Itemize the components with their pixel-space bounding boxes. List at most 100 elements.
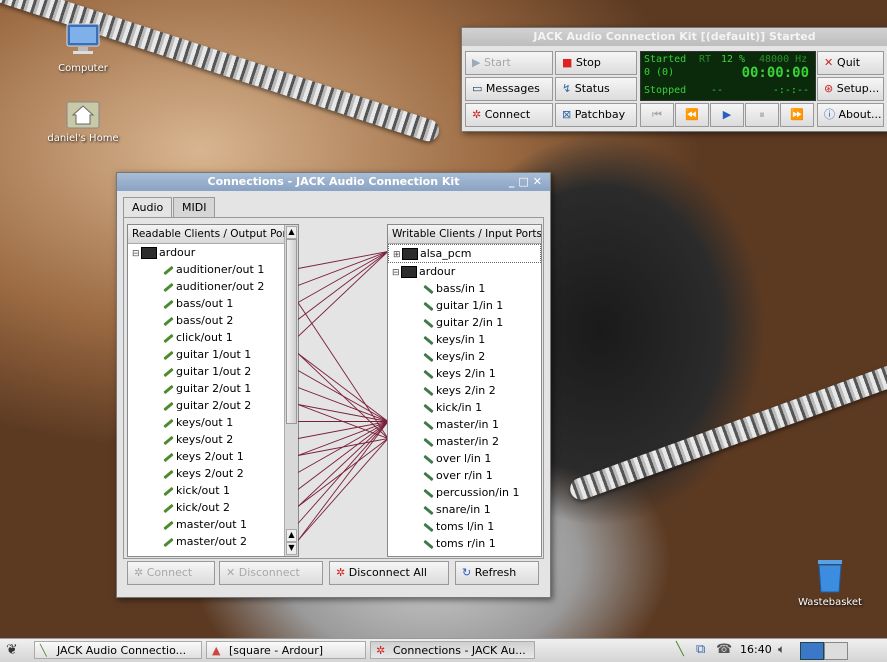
disconnect-button[interactable]: ✕ Disconnect	[219, 561, 323, 585]
clock[interactable]: 16:40	[740, 643, 772, 656]
output-plug-icon	[162, 486, 174, 496]
input-port-item[interactable]: over l/in 1	[388, 450, 541, 467]
play-icon[interactable]: ▶	[710, 103, 744, 127]
fast-forward-icon[interactable]: ⏩	[780, 103, 814, 127]
xrun-count: 0 (0)	[644, 67, 675, 78]
client-item[interactable]: ⊞ alsa_pcm	[388, 244, 541, 263]
input-plug-icon	[422, 539, 434, 549]
input-port-item[interactable]: master/in 2	[388, 433, 541, 450]
input-port-item[interactable]: keys/in 2	[388, 348, 541, 365]
writable-clients-list[interactable]: Writable Clients / Input Ports ⊞ alsa_pcm…	[387, 224, 542, 557]
desktop-icon-wastebasket[interactable]: Wastebasket	[790, 556, 870, 608]
about-button[interactable]: ⓘ About...	[817, 103, 884, 127]
output-port-item[interactable]: master/out 1	[128, 516, 285, 533]
messages-button[interactable]: ▭ Messages	[465, 77, 553, 101]
readable-list-header[interactable]: Readable Clients / Output Ports	[128, 225, 298, 244]
input-port-item[interactable]: keys 2/in 2	[388, 382, 541, 399]
client-item[interactable]: ⊟ ardour	[128, 244, 285, 261]
output-plug-icon	[162, 282, 174, 292]
input-port-item[interactable]: bass/in 1	[388, 280, 541, 297]
tab-midi[interactable]: MIDI	[173, 197, 216, 218]
output-port-item[interactable]: auditioner/out 2	[128, 278, 285, 295]
rewind-start-icon[interactable]: ⏮	[640, 103, 674, 127]
output-port-item[interactable]: auditioner/out 1	[128, 261, 285, 278]
input-port-item[interactable]: guitar 1/in 1	[388, 297, 541, 314]
connections-titlebar[interactable]: Connections - JACK Audio Connection Kit …	[117, 173, 550, 191]
input-port-item[interactable]: keys 2/in 1	[388, 365, 541, 382]
server-state: Started	[644, 54, 687, 65]
output-plug-icon	[162, 520, 174, 530]
output-port-item[interactable]: bass/out 2	[128, 312, 285, 329]
start-button[interactable]: ▶ Start	[465, 51, 553, 75]
input-port-item[interactable]: percussion/in 1	[388, 484, 541, 501]
input-port-item[interactable]: over r/in 1	[388, 467, 541, 484]
readable-clients-list[interactable]: Readable Clients / Output Ports ⊟ ardour …	[127, 224, 299, 557]
volume-icon[interactable]: 🔈︎	[778, 642, 785, 657]
network-icon[interactable]: ⧉	[696, 642, 705, 657]
pause-icon[interactable]: ⏸	[745, 103, 779, 127]
output-port-item[interactable]: keys 2/out 1	[128, 448, 285, 465]
input-plug-icon	[422, 369, 434, 379]
scrollbar-thumb[interactable]	[286, 239, 297, 424]
connect-icon: ✲	[472, 108, 485, 121]
workspace-2[interactable]	[824, 642, 848, 660]
output-port-item[interactable]: kick/out 1	[128, 482, 285, 499]
output-port-item[interactable]: click/out 1	[128, 329, 285, 346]
desktop-icon-home[interactable]: daniel's Home	[38, 96, 128, 144]
output-port-item[interactable]: master/out 2	[128, 533, 285, 550]
output-plug-icon	[162, 265, 174, 275]
input-port-item[interactable]: guitar 2/in 1	[388, 314, 541, 331]
scroll-down-icon[interactable]: ▼	[286, 542, 297, 555]
input-plug-icon	[422, 471, 434, 481]
setup-button[interactable]: ⊛ Setup...	[817, 77, 884, 101]
patchbay-button[interactable]: ⊠ Patchbay	[555, 103, 637, 127]
connection-line	[298, 438, 388, 541]
input-plug-icon	[422, 522, 434, 532]
connection-line	[298, 353, 388, 422]
output-port-item[interactable]: guitar 1/out 2	[128, 363, 285, 380]
output-port-item[interactable]: keys 2/out 2	[128, 465, 285, 482]
output-port-item[interactable]: guitar 2/out 2	[128, 397, 285, 414]
output-port-item[interactable]: kick/out 2	[128, 499, 285, 516]
output-port-item[interactable]: keys/out 1	[128, 414, 285, 431]
expand-icon[interactable]: ⊞	[393, 247, 402, 264]
input-plug-icon	[422, 386, 434, 396]
output-port-item[interactable]: bass/out 1	[128, 295, 285, 312]
connect-button[interactable]: ✲ Connect	[465, 103, 553, 127]
rewind-icon[interactable]: ⏪	[675, 103, 709, 127]
status-button[interactable]: ↯ Status	[555, 77, 637, 101]
desktop-icon-computer[interactable]: Computer	[48, 20, 118, 74]
input-port-item[interactable]: toms r/in 1	[388, 535, 541, 552]
task-ardour[interactable]: ▲ [square - Ardour]	[206, 641, 366, 659]
connect-icon: ✲	[376, 644, 386, 657]
task-qjackctl[interactable]: ╲ JACK Audio Connectio...	[34, 641, 202, 659]
quit-button[interactable]: ✕ Quit	[817, 51, 884, 75]
connect-ports-button[interactable]: ✲ Connect	[127, 561, 215, 585]
input-port-item[interactable]: snare/in 1	[388, 501, 541, 518]
display-icon[interactable]: ☎	[716, 642, 732, 657]
task-connections[interactable]: ✲ Connections - JACK Au...	[370, 641, 535, 659]
output-port-item[interactable]: guitar 2/out 1	[128, 380, 285, 397]
tab-audio[interactable]: Audio	[123, 197, 173, 219]
disconnect-all-button[interactable]: ✲ Disconnect All	[329, 561, 449, 585]
distro-logo-icon[interactable]: ❦	[6, 642, 18, 658]
stop-button[interactable]: ■ Stop	[555, 51, 637, 75]
input-port-item[interactable]: keys/in 1	[388, 331, 541, 348]
refresh-button[interactable]: ↻ Refresh	[455, 561, 539, 585]
readable-scrollbar[interactable]: ▲ ▲ ▼	[284, 225, 298, 556]
output-port-item[interactable]: guitar 1/out 1	[128, 346, 285, 363]
scroll-up-icon[interactable]: ▲	[286, 529, 297, 542]
output-port-item[interactable]: keys/out 2	[128, 431, 285, 448]
input-plug-icon	[422, 352, 434, 362]
input-port-item[interactable]: toms l/in 1	[388, 518, 541, 535]
qjackctl-titlebar[interactable]: JACK Audio Connection Kit [(default)] St…	[462, 28, 887, 46]
input-port-item[interactable]: master/in 1	[388, 416, 541, 433]
input-port-item[interactable]: kick/in 1	[388, 399, 541, 416]
scroll-up-icon[interactable]: ▲	[286, 226, 297, 239]
window-controls[interactable]: _□✕	[509, 173, 546, 191]
status-display[interactable]: Started RT 12 % 48000 Hz 0 (0) 00:00:00 …	[640, 51, 816, 101]
client-item[interactable]: ⊟ ardour	[388, 263, 541, 280]
workspace-1[interactable]	[800, 642, 824, 660]
plug-icon[interactable]: ╲	[676, 642, 684, 657]
writable-list-header[interactable]: Writable Clients / Input Ports	[388, 225, 541, 244]
